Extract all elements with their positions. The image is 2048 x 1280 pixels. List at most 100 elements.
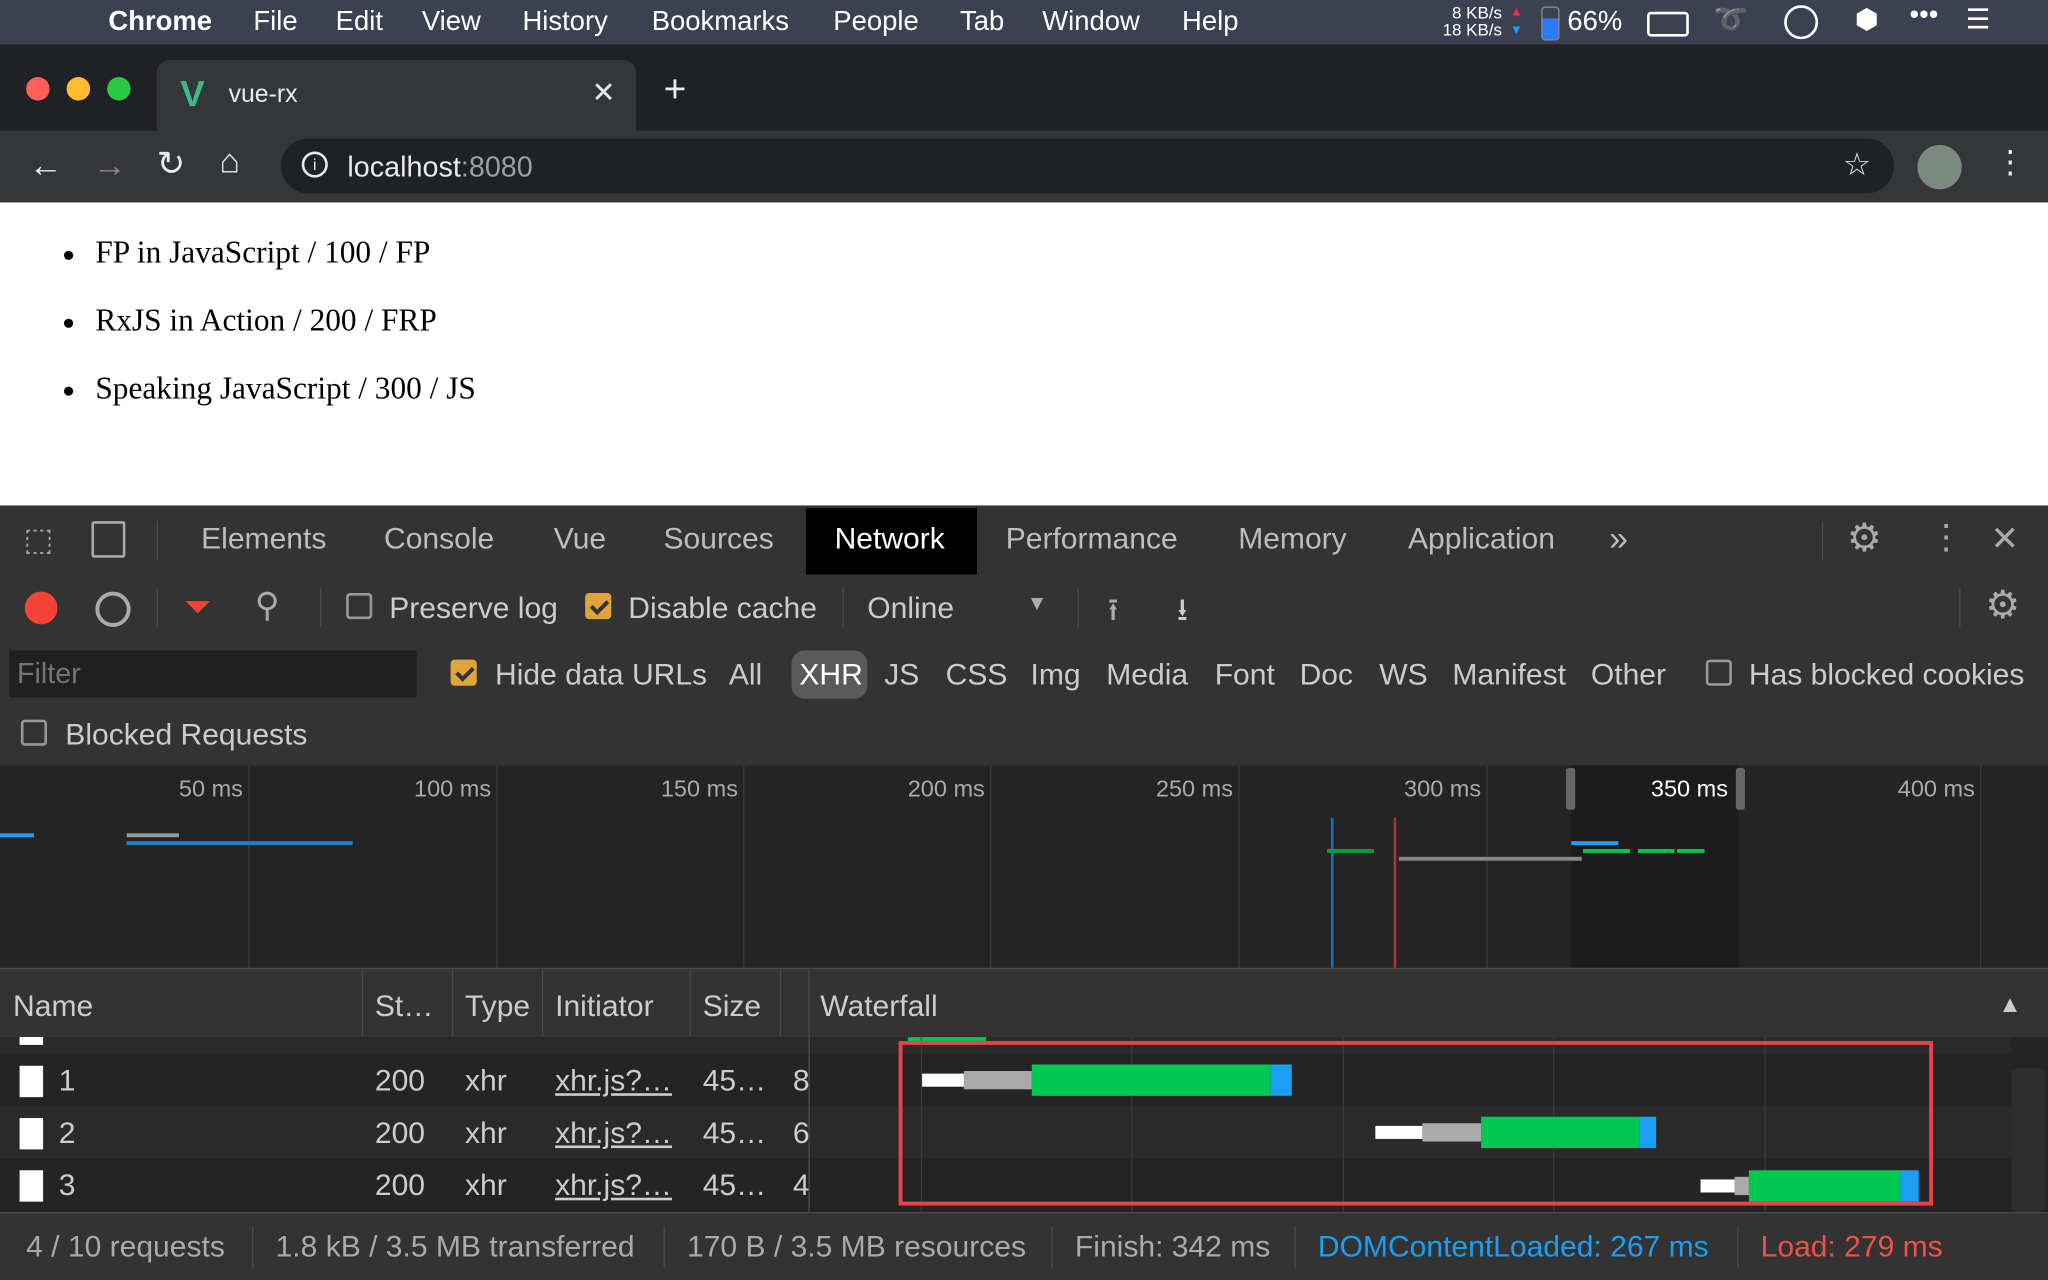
menu-file[interactable]: File <box>253 7 297 38</box>
notification-list-icon[interactable]: ☰ <box>1966 4 1991 37</box>
tab-network[interactable]: Network <box>805 508 977 575</box>
filter-media[interactable]: Media <box>1106 657 1188 692</box>
scrollbar-thumb[interactable] <box>2011 1068 2046 1213</box>
filter-font[interactable]: Font <box>1215 657 1275 692</box>
window-close-button[interactable] <box>26 77 50 101</box>
address-bar[interactable]: i localhost:8080 ☆ <box>280 138 1894 194</box>
row-initiator-link[interactable]: xhr.js?… <box>555 1115 672 1150</box>
overview-bar <box>0 833 34 838</box>
clear-icon[interactable] <box>95 591 131 627</box>
row-initiator-link[interactable]: xhr.js?… <box>555 1063 672 1098</box>
close-devtools-icon[interactable]: ✕ <box>1991 519 2019 559</box>
menu-edit[interactable]: Edit <box>336 7 383 38</box>
browser-tab-active[interactable]: V vue-rx ✕ <box>156 60 637 131</box>
page-content: FP in JavaScript / 100 / FP RxJS in Acti… <box>0 202 2048 506</box>
overview-tick: 250 ms <box>1155 775 1233 802</box>
column-type[interactable]: Type <box>465 989 530 1024</box>
column-waterfall[interactable]: Waterfall <box>820 989 937 1024</box>
overview-right-handle[interactable] <box>1735 767 1745 810</box>
network-speed: 8 KB/s 18 KB/s <box>1442 2 1503 40</box>
export-har-icon[interactable]: ⭳ <box>1177 588 1188 642</box>
chevron-down-icon: ▼ <box>1026 592 1048 616</box>
menu-bookmarks[interactable]: Bookmarks <box>652 7 789 38</box>
app-tray-icon[interactable]: ⬢ <box>1855 4 1879 37</box>
has-blocked-cookies-checkbox[interactable] <box>1705 659 1732 686</box>
menu-window[interactable]: Window <box>1042 7 1140 38</box>
tab-close-icon[interactable]: ✕ <box>592 76 616 110</box>
settings-gear-icon[interactable]: ⚙ <box>1847 516 1882 562</box>
filter-doc[interactable]: Doc <box>1300 657 1353 692</box>
filter-js[interactable]: JS <box>884 657 919 692</box>
filter-other[interactable]: Other <box>1591 657 1666 692</box>
inspect-element-icon[interactable]: ⬚ <box>24 521 54 559</box>
overview-left-handle[interactable] <box>1566 767 1576 810</box>
load-time: Load: 279 ms <box>1760 1229 1943 1264</box>
overview-bar <box>1677 848 1705 853</box>
menu-app-name[interactable]: Chrome <box>108 7 212 38</box>
menu-help[interactable]: Help <box>1182 7 1238 38</box>
tab-memory[interactable]: Memory <box>1238 521 1346 556</box>
home-icon[interactable]: ⌂ <box>219 141 240 181</box>
filter-icon[interactable]: ⏷ <box>184 586 211 628</box>
device-toolbar-icon[interactable] <box>91 521 126 558</box>
battery-icon[interactable] <box>1647 11 1689 37</box>
tab-application[interactable]: Application <box>1408 521 1555 556</box>
more-dots-icon[interactable]: ••• <box>1910 0 1939 31</box>
hide-data-urls-checkbox[interactable] <box>450 659 477 686</box>
row-status: 200 <box>374 1063 425 1098</box>
dom-content-loaded-time: DOMContentLoaded: 267 ms <box>1317 1229 1709 1264</box>
filter-input[interactable] <box>9 650 417 698</box>
network-settings-gear-icon[interactable]: ⚙ <box>1985 583 2020 629</box>
preserve-log-checkbox[interactable] <box>346 592 373 620</box>
filter-xhr[interactable]: XHR <box>791 650 868 699</box>
throttle-select[interactable]: Online ▼ <box>867 575 1063 640</box>
column-size[interactable]: Size <box>703 989 761 1024</box>
network-overview[interactable]: 50 ms 100 ms 150 ms 200 ms 250 ms 300 ms… <box>0 765 2048 968</box>
overview-bar <box>1327 848 1375 853</box>
more-tabs-icon[interactable]: » <box>1609 519 1628 559</box>
profile-avatar[interactable] <box>1917 144 1962 190</box>
menu-tab[interactable]: Tab <box>960 7 1004 38</box>
overview-bar <box>126 833 179 838</box>
row-type: xhr <box>464 1063 507 1098</box>
info-icon[interactable]: i <box>301 151 328 178</box>
menu-history[interactable]: History <box>522 7 607 38</box>
filter-manifest[interactable]: Manifest <box>1452 657 1566 692</box>
tab-performance[interactable]: Performance <box>1006 521 1178 556</box>
tab-sources[interactable]: Sources <box>664 521 774 556</box>
finish-time: Finish: 342 ms <box>1074 1229 1271 1264</box>
disable-cache-checkbox[interactable] <box>585 592 612 620</box>
forward-icon[interactable]: → <box>93 145 127 185</box>
filter-css[interactable]: CSS <box>946 657 1008 692</box>
bookmark-star-icon[interactable]: ☆ <box>1843 146 1871 184</box>
clock-icon[interactable] <box>1784 5 1819 40</box>
tab-console[interactable]: Console <box>384 521 494 556</box>
search-icon[interactable]: ⚲ <box>255 585 280 625</box>
column-name[interactable]: Name <box>13 989 93 1024</box>
menu-people[interactable]: People <box>833 7 918 38</box>
window-zoom-button[interactable] <box>107 77 131 101</box>
chrome-menu-icon[interactable]: ⋮ <box>1994 144 2025 182</box>
new-tab-button[interactable]: + <box>664 70 687 110</box>
record-button[interactable] <box>24 591 58 625</box>
back-icon[interactable]: ← <box>29 145 63 185</box>
filter-all[interactable]: All <box>729 657 762 692</box>
devtools-menu-icon[interactable]: ⋮ <box>1929 517 1963 557</box>
column-initiator[interactable]: Initiator <box>555 989 654 1024</box>
tab-elements[interactable]: Elements <box>201 521 326 556</box>
cloud-sync-icon[interactable]: ➰ <box>1714 5 1748 36</box>
row-initiator-link[interactable]: xhr.js?… <box>555 1168 672 1203</box>
sort-ascending-icon[interactable]: ▲ <box>1998 991 2021 1018</box>
macos-menu-bar: Chrome File Edit View History Bookmarks … <box>0 0 2048 45</box>
reload-icon[interactable]: ↻ <box>157 144 185 184</box>
list-item: RxJS in Action / 200 / FRP <box>63 304 437 339</box>
import-har-icon[interactable]: ⭱ <box>1108 588 1119 642</box>
request-table-header: Name St… Type Initiator Size Waterfall ▲ <box>0 967 2048 1039</box>
window-minimize-button[interactable] <box>66 77 91 101</box>
blocked-requests-checkbox[interactable] <box>20 719 48 746</box>
column-status[interactable]: St… <box>375 989 433 1024</box>
filter-ws[interactable]: WS <box>1379 657 1427 692</box>
filter-img[interactable]: Img <box>1031 657 1081 692</box>
tab-vue[interactable]: Vue <box>554 521 606 556</box>
menu-view[interactable]: View <box>422 7 481 38</box>
